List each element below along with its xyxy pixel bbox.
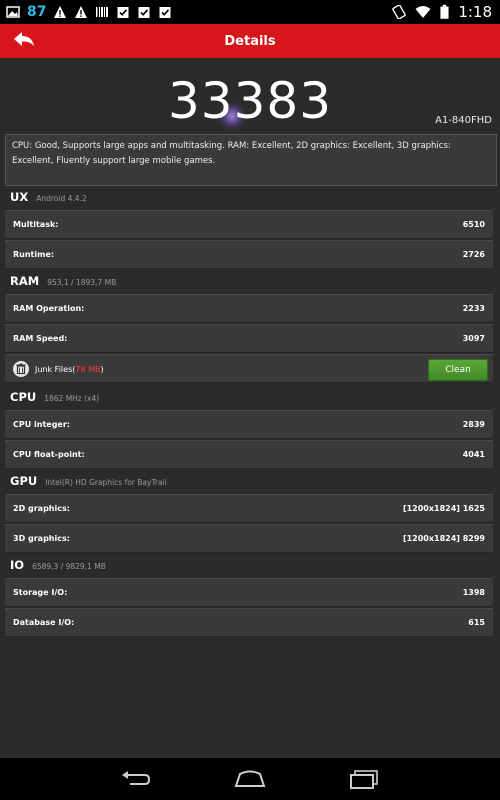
row-value: 4041 <box>462 450 485 459</box>
trash-icon <box>13 361 29 377</box>
row-value: 2233 <box>462 304 485 313</box>
table-row: RAM Speed: 3097 <box>5 324 493 353</box>
back-arrow-icon[interactable] <box>12 30 36 52</box>
clean-button[interactable]: Clean <box>428 359 488 381</box>
page-title: Details <box>224 33 276 49</box>
section-gpu-header: GPU Intel(R) HD Graphics for BayTrail <box>10 474 167 492</box>
table-row: CPU float-point: 4041 <box>5 440 493 469</box>
junk-files-label: Junk Files(78 MB) <box>35 365 104 374</box>
score-area: 33383 A1-840FHD <box>0 58 500 130</box>
section-name: CPU <box>10 390 37 404</box>
section-name: RAM <box>10 274 40 288</box>
section-subtitle: 953,1 / 1893,7 MB <box>47 278 117 287</box>
row-label: 2D graphics: <box>13 504 70 513</box>
rotation-icon <box>392 5 407 19</box>
score-description: CPU: Good, Supports large apps and multi… <box>5 134 497 186</box>
notification-count: 87 <box>27 4 47 20</box>
section-name: GPU <box>10 474 38 488</box>
table-row: Multitask: 6510 <box>5 210 493 239</box>
junk-files-size: 78 MB <box>75 365 101 374</box>
section-ram-header: RAM 953,1 / 1893,7 MB <box>10 274 116 292</box>
section-subtitle: 1862 MHz (x4) <box>44 394 100 403</box>
row-label: 3D graphics: <box>13 534 70 543</box>
row-label: Runtime: <box>13 250 55 259</box>
row-label: Database I/O: <box>13 618 75 627</box>
clock: 1:18 <box>458 3 492 21</box>
image-icon <box>6 6 20 18</box>
table-row: Storage I/O: 1398 <box>5 578 493 607</box>
warning-icon <box>54 6 67 18</box>
row-label: CPU float-point: <box>13 450 85 459</box>
row-label: CPU integer: <box>13 420 70 429</box>
warning-icon <box>75 6 88 18</box>
row-value: 2839 <box>462 420 485 429</box>
recents-nav-icon[interactable] <box>347 768 381 790</box>
row-value: 3097 <box>462 334 485 343</box>
table-row: 3D graphics: [1200x1824] 8299 <box>5 524 493 553</box>
navigation-bar <box>0 758 500 800</box>
section-cpu-header: CPU 1862 MHz (x4) <box>10 390 99 408</box>
back-nav-icon[interactable] <box>119 768 153 790</box>
section-io-header: IO 6589,3 / 9829,1 MB <box>10 558 106 576</box>
row-label: Storage I/O: <box>13 588 68 597</box>
clipboard-check-icon <box>138 7 150 18</box>
row-value: 615 <box>468 618 485 627</box>
table-row: 2D graphics: [1200x1824] 1625 <box>5 494 493 523</box>
barcode-icon <box>96 7 109 17</box>
wifi-icon <box>415 6 431 18</box>
table-row: CPU integer: 2839 <box>5 410 493 439</box>
clipboard-check-icon <box>159 7 171 18</box>
table-row: RAM Operation: 2233 <box>5 294 493 323</box>
row-value: [1200x1824] 1625 <box>402 504 485 513</box>
junk-files-text: Junk Files <box>35 365 73 374</box>
section-name: UX <box>10 190 29 204</box>
row-value: 2726 <box>462 250 485 259</box>
battery-icon <box>440 4 449 19</box>
row-value: 1398 <box>462 588 485 597</box>
clipboard-check-icon <box>117 7 129 18</box>
device-model: A1-840FHD <box>435 115 492 126</box>
status-bar: 87 1:18 <box>0 0 500 24</box>
home-nav-icon[interactable] <box>233 768 267 790</box>
table-row: Runtime: 2726 <box>5 240 493 269</box>
section-subtitle: 6589,3 / 9829,1 MB <box>32 562 106 571</box>
title-bar: Details <box>0 24 500 58</box>
section-name: IO <box>10 558 25 572</box>
row-label: Multitask: <box>13 220 59 229</box>
section-subtitle: Android 4.4.2 <box>36 194 87 203</box>
table-row: Database I/O: 615 <box>5 608 493 637</box>
row-value: [1200x1824] 8299 <box>402 534 485 543</box>
junk-files-row: Junk Files(78 MB) Clean <box>5 354 493 383</box>
row-label: RAM Operation: <box>13 304 85 313</box>
row-label: RAM Speed: <box>13 334 68 343</box>
row-value: 6510 <box>462 220 485 229</box>
section-ux-header: UX Android 4.4.2 <box>10 190 87 208</box>
section-subtitle: Intel(R) HD Graphics for BayTrail <box>45 478 167 487</box>
total-score: 33383 <box>167 72 333 130</box>
